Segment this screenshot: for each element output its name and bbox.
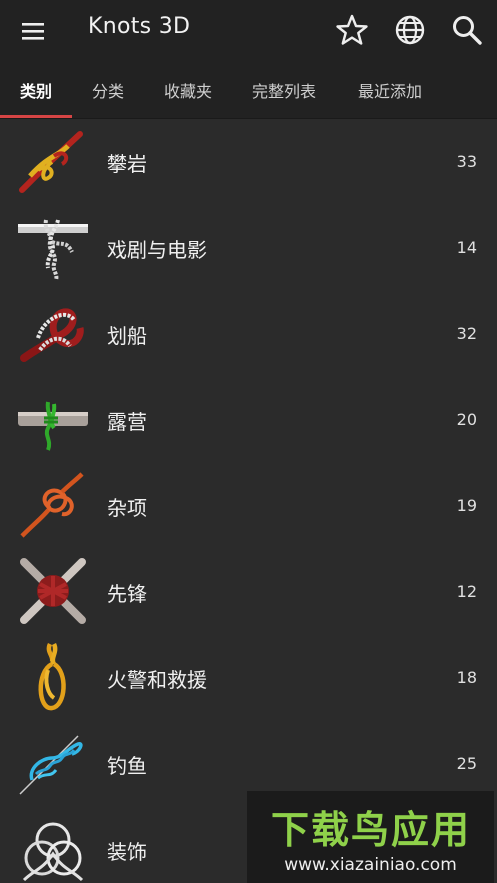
menu-icon[interactable] (18, 16, 50, 46)
category-count: 33 (456, 152, 477, 171)
theater-knot-icon (18, 219, 88, 281)
category-label: 划船 (107, 324, 147, 348)
app-title: Knots 3D (88, 14, 191, 39)
tab-classification[interactable]: 分类 (92, 78, 124, 102)
category-label: 钓鱼 (107, 754, 147, 778)
tab-recently-added[interactable]: 最近添加 (358, 78, 422, 102)
category-label: 露营 (107, 410, 147, 434)
category-item-theater[interactable]: 戏剧与电影 14 (0, 204, 497, 290)
watermark-banner: 下载鸟应用 www.xiazainiao.com (247, 791, 494, 883)
tab-favorites[interactable]: 收藏夹 (164, 78, 212, 102)
tab-categories[interactable]: 类别 (20, 78, 52, 102)
watermark-url: www.xiazainiao.com (284, 855, 457, 875)
category-count: 20 (456, 410, 477, 429)
climbing-knot-icon (19, 131, 83, 193)
camping-knot-icon (18, 401, 88, 451)
search-icon[interactable] (450, 13, 484, 47)
decorative-knot-icon (22, 822, 84, 882)
tab-full-list[interactable]: 完整列表 (252, 78, 316, 102)
category-count: 14 (456, 238, 477, 257)
star-icon[interactable] (335, 13, 369, 47)
category-label: 杂项 (107, 496, 147, 520)
tab-bar: 类别 分类 收藏夹 完整列表 最近添加 (0, 62, 497, 119)
category-count: 32 (456, 324, 477, 343)
rescue-knot-icon (38, 642, 66, 711)
category-item-boating[interactable]: 划船 32 (0, 290, 497, 376)
category-label: 先锋 (107, 582, 147, 606)
category-item-camping[interactable]: 露营 20 (0, 376, 497, 462)
category-label: 攀岩 (107, 152, 147, 176)
category-item-climbing[interactable]: 攀岩 33 (0, 118, 497, 204)
category-label: 戏剧与电影 (107, 238, 207, 262)
pioneer-knot-icon (20, 558, 86, 624)
category-item-pioneer[interactable]: 先锋 12 (0, 548, 497, 634)
category-count: 19 (456, 496, 477, 515)
category-item-rescue[interactable]: 火警和救援 18 (0, 634, 497, 720)
category-item-misc[interactable]: 杂项 19 (0, 462, 497, 548)
fishing-knot-icon (19, 735, 83, 795)
app-bar: Knots 3D (0, 0, 497, 62)
category-count: 12 (456, 582, 477, 601)
category-label: 装饰 (107, 840, 147, 864)
watermark-title: 下载鸟应用 (270, 808, 471, 852)
category-label: 火警和救援 (107, 668, 207, 692)
category-count: 18 (456, 668, 477, 687)
category-count: 25 (456, 754, 477, 773)
boating-knot-icon (20, 308, 84, 362)
globe-icon[interactable] (393, 13, 427, 47)
category-list: 攀岩 33 戏剧与电影 14 划船 32 露营 20 杂项 19 先锋 12 火… (0, 118, 497, 883)
misc-knot-icon (20, 472, 84, 538)
